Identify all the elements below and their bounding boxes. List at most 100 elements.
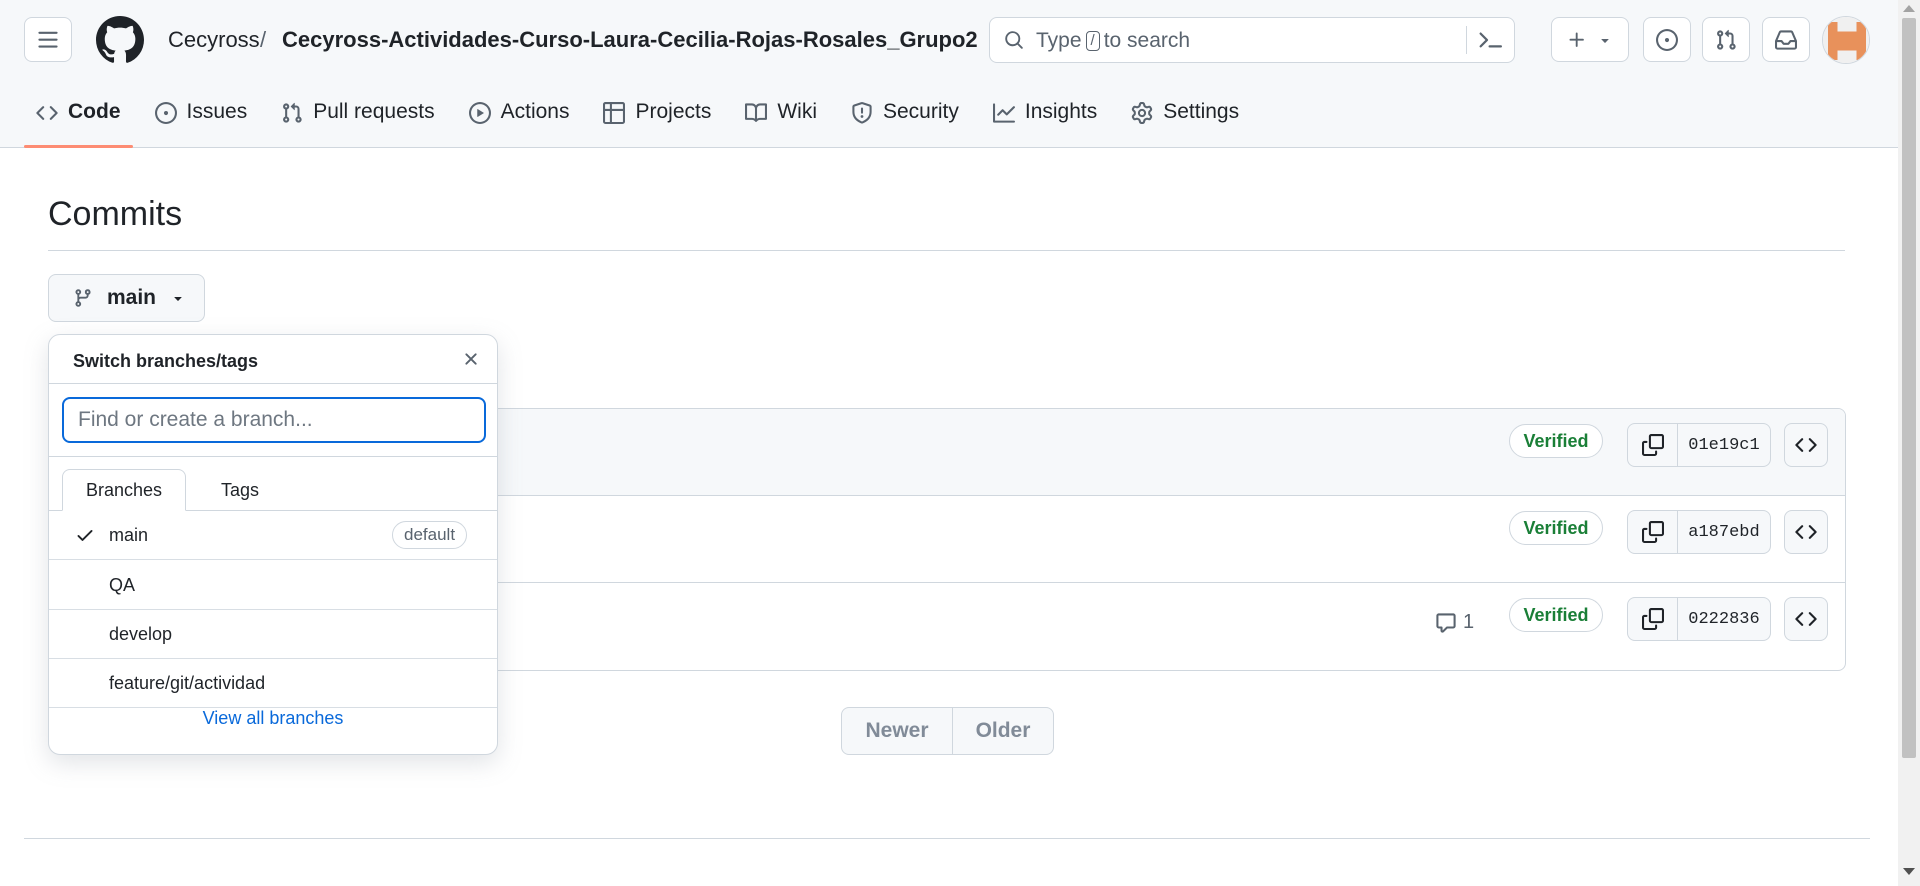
shield-icon [852, 102, 872, 124]
pull-request-icon [1717, 29, 1736, 50]
tab-tags[interactable]: Tags [205, 469, 275, 511]
dropdown-title: Switch branches/tags [73, 351, 259, 371]
inbox-icon [1775, 29, 1797, 50]
footer-divider [24, 838, 1870, 839]
plus-icon [1569, 32, 1584, 47]
avatar[interactable] [1822, 16, 1870, 64]
copy-icon [1641, 434, 1664, 456]
branch-name: main [109, 524, 149, 545]
tab-code[interactable]: Code [24, 92, 133, 148]
book-icon [745, 103, 768, 122]
commit-comments-link[interactable]: 1 [1435, 611, 1474, 634]
close-icon[interactable] [461, 349, 481, 369]
repo-header: Cecyross / Cecyross-Actividades-Curso-La… [0, 0, 1898, 148]
tab-code-label: Code [68, 100, 121, 123]
pull-request-icon [283, 102, 302, 123]
create-new-button[interactable] [1551, 17, 1629, 62]
your-issues-button[interactable] [1643, 17, 1691, 62]
tab-issues[interactable]: Issues [143, 92, 260, 148]
tab-security[interactable]: Security [839, 92, 971, 148]
search-suffix: to search [1103, 29, 1191, 52]
scroll-down-arrow-icon[interactable] [1903, 868, 1915, 875]
newer-button[interactable]: Newer [842, 708, 953, 754]
branch-filter-input[interactable] [62, 397, 486, 443]
identicon-avatar-icon [1823, 17, 1869, 63]
scroll-up-arrow-icon[interactable] [1903, 5, 1915, 12]
page-scrollbar[interactable] [1898, 0, 1920, 886]
caret-down-icon [1601, 38, 1609, 43]
code-icon [1795, 525, 1817, 539]
branch-item-feature-git-actividad[interactable]: feature/git/actividad [49, 659, 497, 708]
tab-pull-requests[interactable]: Pull requests [269, 92, 446, 148]
tab-settings[interactable]: Settings [1119, 92, 1251, 148]
top-bar: Cecyross / Cecyross-Actividades-Curso-La… [0, 0, 1898, 80]
your-pull-requests-button[interactable] [1702, 17, 1750, 62]
graph-icon [992, 103, 1015, 123]
git-branch-icon [75, 289, 91, 307]
copy-icon [1641, 521, 1664, 543]
menu-button[interactable] [24, 17, 72, 62]
branch-item-main[interactable]: main default [49, 511, 497, 560]
command-palette-icon[interactable] [1478, 28, 1502, 52]
caret-down-icon [174, 297, 182, 301]
browse-repo-at-commit-button[interactable] [1784, 510, 1828, 554]
tab-actions[interactable]: Actions [457, 92, 582, 148]
commit-sha-link[interactable]: 01e19c1 [1678, 424, 1770, 466]
branch-switcher-dropdown: Switch branches/tags Branches Tags main … [48, 334, 498, 755]
breadcrumb-repo[interactable]: Cecyross-Actividades-Curso-Laura-Cecilia… [282, 26, 978, 54]
browse-repo-at-commit-button[interactable] [1784, 597, 1828, 641]
copy-sha-button[interactable] [1628, 424, 1678, 466]
tab-issues-label: Issues [186, 100, 248, 123]
branch-selector-label: main [107, 286, 157, 309]
tab-wiki-label: Wiki [777, 100, 817, 123]
view-all-branches-link[interactable]: View all branches [49, 708, 497, 729]
scrollbar-thumb[interactable] [1902, 18, 1916, 758]
branch-item-develop[interactable]: develop [49, 610, 497, 659]
page: Cecyross / Cecyross-Actividades-Curso-La… [0, 0, 1898, 886]
browse-repo-at-commit-button[interactable] [1784, 423, 1828, 467]
commit-sha-link[interactable]: 0222836 [1678, 598, 1770, 640]
search-divider [1466, 26, 1467, 54]
issue-icon [154, 102, 177, 124]
branch-item-qa[interactable]: QA [49, 561, 497, 610]
breadcrumb-owner[interactable]: Cecyross [168, 26, 260, 54]
copy-icon [1641, 608, 1664, 630]
tab-insights-label: Insights [1024, 100, 1098, 123]
tab-wiki[interactable]: Wiki [733, 92, 829, 148]
verified-badge[interactable]: Verified [1509, 511, 1603, 545]
search-shortcut-key: / [1085, 31, 1100, 51]
tab-projects-label: Projects [635, 100, 712, 123]
older-button[interactable]: Older [953, 708, 1053, 754]
github-logo-icon[interactable] [96, 16, 144, 64]
search-input[interactable]: Type / to search [989, 17, 1515, 63]
tab-settings-label: Settings [1163, 100, 1240, 123]
breadcrumb-separator: / [260, 27, 267, 52]
table-icon [603, 102, 626, 124]
dropdown-divider [49, 383, 497, 384]
check-icon [77, 530, 93, 541]
verified-badge[interactable]: Verified [1509, 424, 1603, 458]
title-divider [48, 250, 1845, 251]
tab-projects[interactable]: Projects [591, 92, 723, 148]
tab-branches[interactable]: Branches [62, 469, 186, 511]
commit-sha-group: a187ebd [1627, 510, 1771, 554]
inbox-button[interactable] [1762, 17, 1810, 62]
gear-icon [1132, 102, 1153, 124]
branch-name: feature/git/actividad [109, 672, 266, 693]
search-icon [1005, 31, 1023, 49]
copy-sha-button[interactable] [1628, 598, 1678, 640]
tab-insights[interactable]: Insights [981, 92, 1109, 148]
branch-name: QA [109, 574, 136, 595]
issue-icon [1656, 28, 1678, 51]
play-icon [468, 102, 491, 124]
dropdown-divider [49, 456, 497, 457]
code-icon [36, 106, 58, 120]
default-branch-badge: default [392, 521, 468, 549]
copy-sha-button[interactable] [1628, 511, 1678, 553]
verified-badge[interactable]: Verified [1509, 598, 1603, 632]
pagination: Newer Older [841, 707, 1054, 755]
commit-sha-link[interactable]: a187ebd [1678, 511, 1770, 553]
hamburger-icon [38, 31, 58, 48]
tab-pull-requests-label: Pull requests [313, 100, 435, 123]
branch-selector-button[interactable]: main [48, 274, 205, 322]
